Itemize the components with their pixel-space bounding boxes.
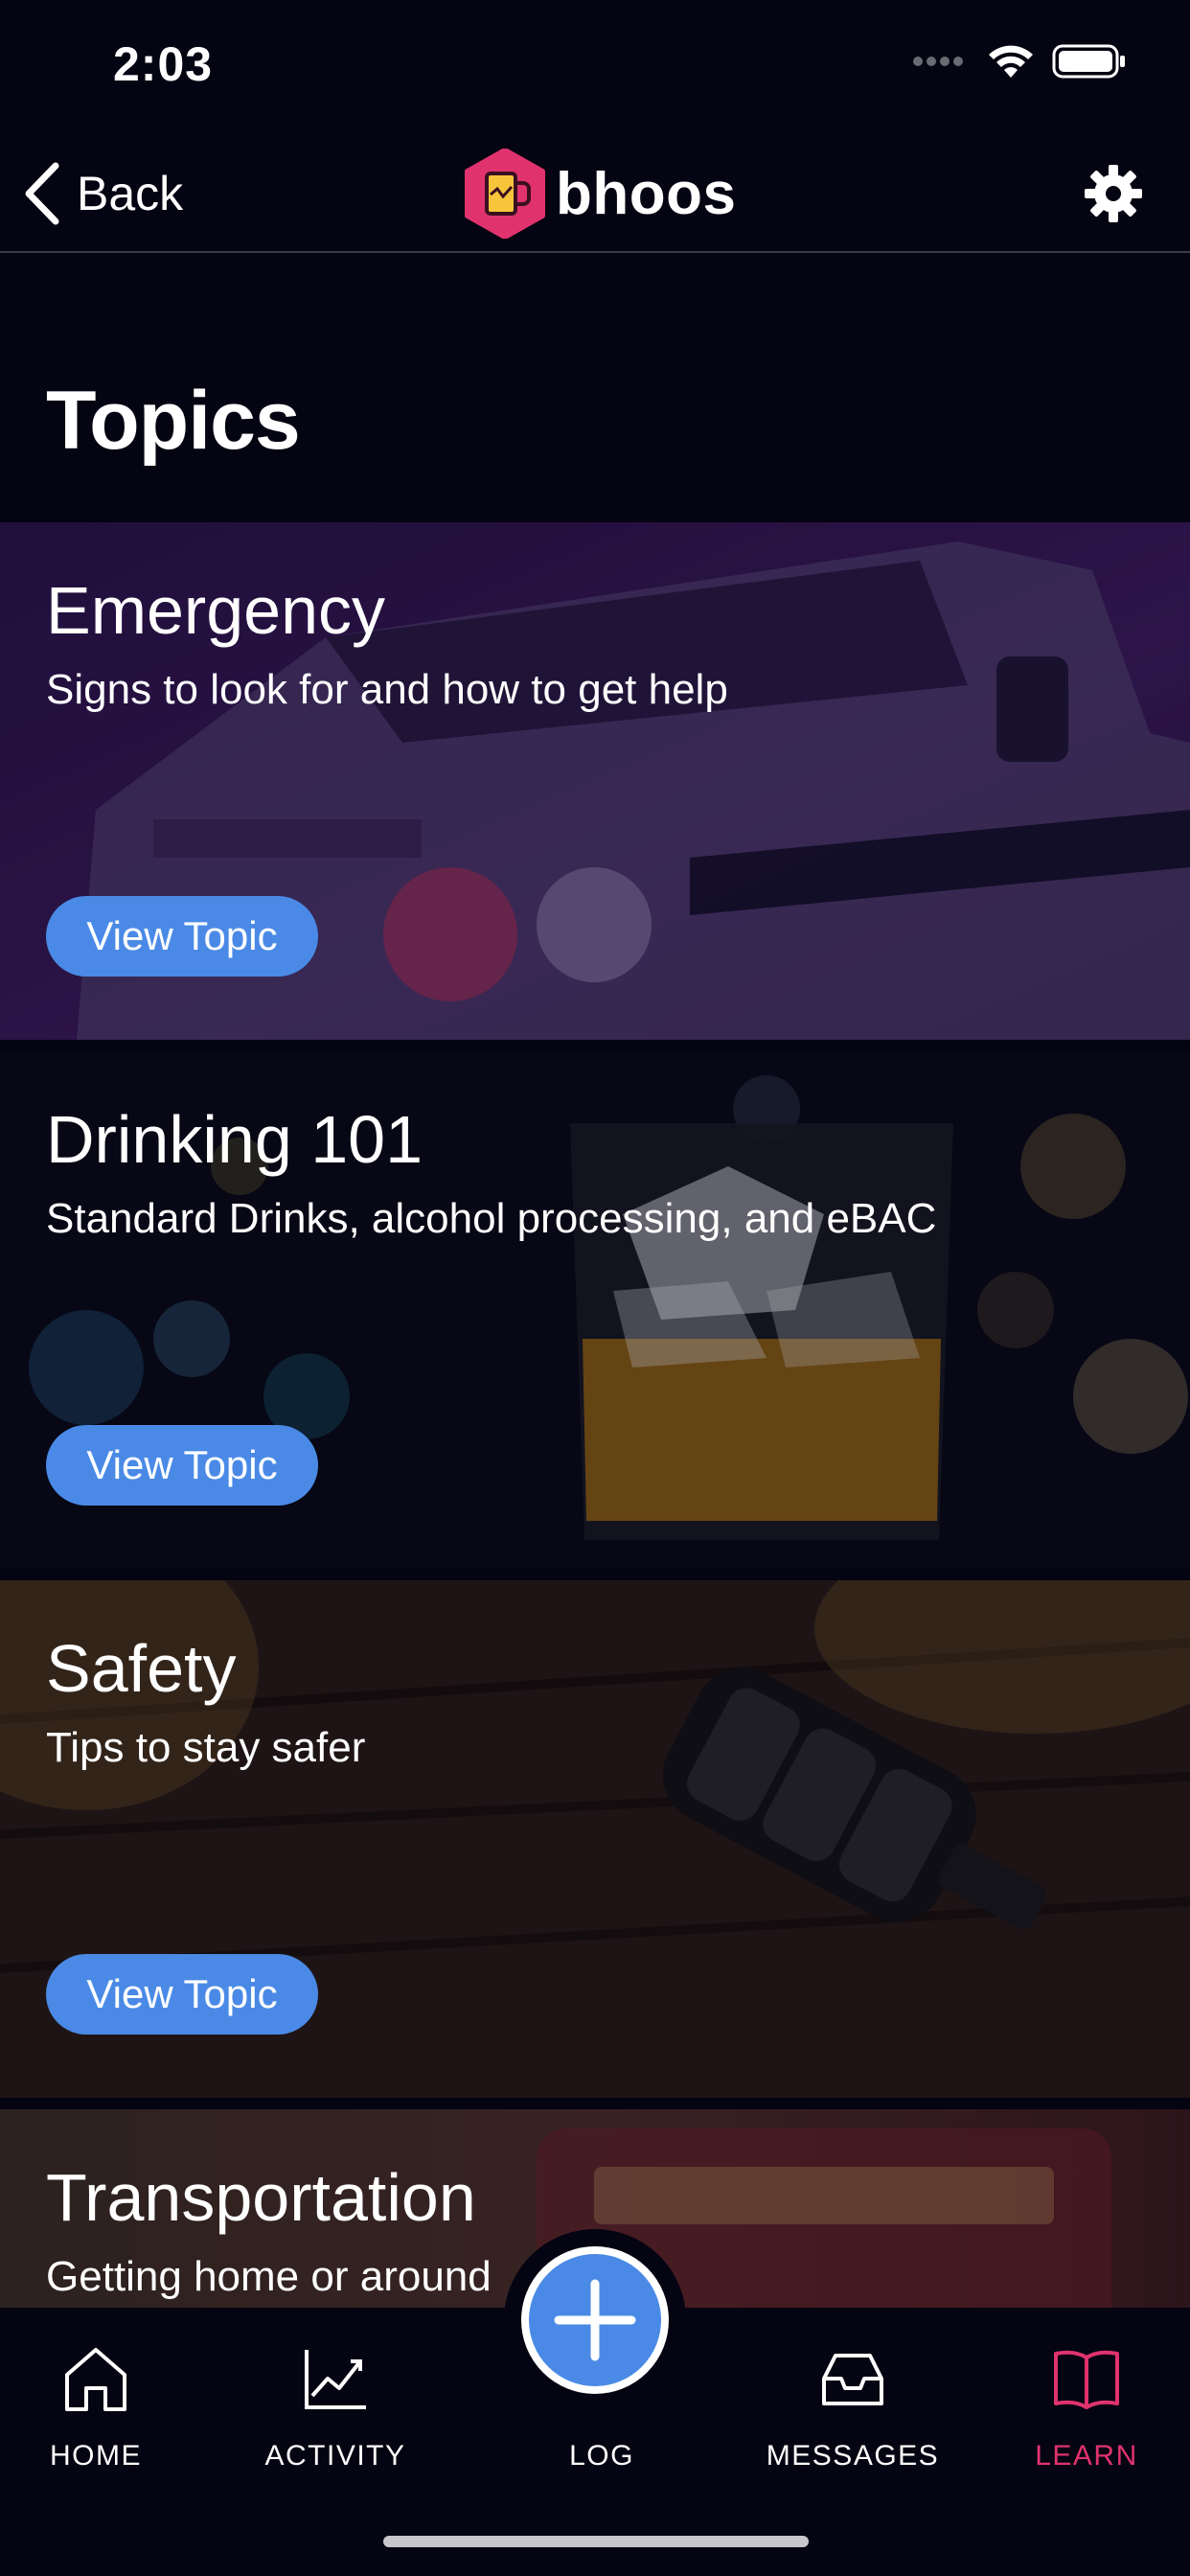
- battery-icon: [1052, 44, 1125, 79]
- back-label: Back: [77, 167, 184, 220]
- topic-description: Tips to stay safer: [46, 1724, 366, 1771]
- wifi-icon: [989, 45, 1033, 78]
- tab-label-messages: MESSAGES: [766, 2440, 940, 2472]
- topic-description: Signs to look for and how to get help: [46, 666, 728, 713]
- home-icon: [65, 2348, 126, 2411]
- topic-title: Safety: [46, 1631, 237, 1706]
- tab-label-activity: ACTIVITY: [264, 2440, 406, 2472]
- topic-card-drinking-101: Drinking 101 Standard Drinks, alcohol pr…: [0, 1051, 1190, 1569]
- topic-title: Drinking 101: [46, 1102, 423, 1177]
- tab-label-learn: LEARN: [1035, 2440, 1138, 2472]
- page-title: Topics: [46, 375, 301, 467]
- back-chevron-icon: [25, 162, 59, 225]
- view-topic-button[interactable]: View Topic: [46, 1954, 318, 2035]
- tab-activity[interactable]: ACTIVITY: [240, 2336, 431, 2480]
- settings-button[interactable]: [1077, 157, 1150, 230]
- topic-card-safety: Safety Tips to stay safer View Topic: [0, 1580, 1190, 2098]
- topic-description: Standard Drinks, alcohol processing, and…: [46, 1195, 937, 1242]
- brand-name: bhoos: [556, 160, 737, 227]
- topic-title: Emergency: [46, 573, 386, 648]
- tab-log[interactable]: LOG: [506, 2336, 698, 2480]
- navigation-bar: Back bhoos: [0, 134, 1190, 253]
- view-topic-button[interactable]: View Topic: [46, 1425, 318, 1506]
- back-button[interactable]: Back: [23, 155, 183, 232]
- tab-learn[interactable]: LEARN: [991, 2336, 1182, 2480]
- brand-logo: bhoos: [464, 144, 736, 243]
- activity-chart-icon: [305, 2350, 366, 2409]
- status-bar: 2:03: [0, 0, 1190, 134]
- home-indicator: [383, 2536, 809, 2547]
- bhoos-logo-icon: [465, 149, 545, 239]
- topic-title: Transportation: [46, 2160, 476, 2235]
- tab-label-log: LOG: [569, 2440, 634, 2472]
- view-topic-button[interactable]: View Topic: [46, 896, 318, 977]
- status-time: 2:03: [113, 37, 214, 91]
- topic-card-emergency: Emergency Signs to look for and how to g…: [0, 522, 1190, 1040]
- book-icon: [1054, 2350, 1119, 2409]
- inbox-icon: [822, 2354, 883, 2405]
- learn-screen: 2:03 Back bhoos Topics Emergency Signs t…: [0, 0, 1190, 2576]
- tab-label-home: HOME: [50, 2440, 142, 2472]
- topic-description: Getting home or around: [46, 2253, 492, 2300]
- status-indicators: [912, 42, 1127, 80]
- signal-icon: [913, 57, 963, 66]
- tab-home[interactable]: HOME: [0, 2336, 192, 2480]
- gear-icon: [1085, 165, 1142, 222]
- tab-messages[interactable]: MESSAGES: [757, 2336, 949, 2480]
